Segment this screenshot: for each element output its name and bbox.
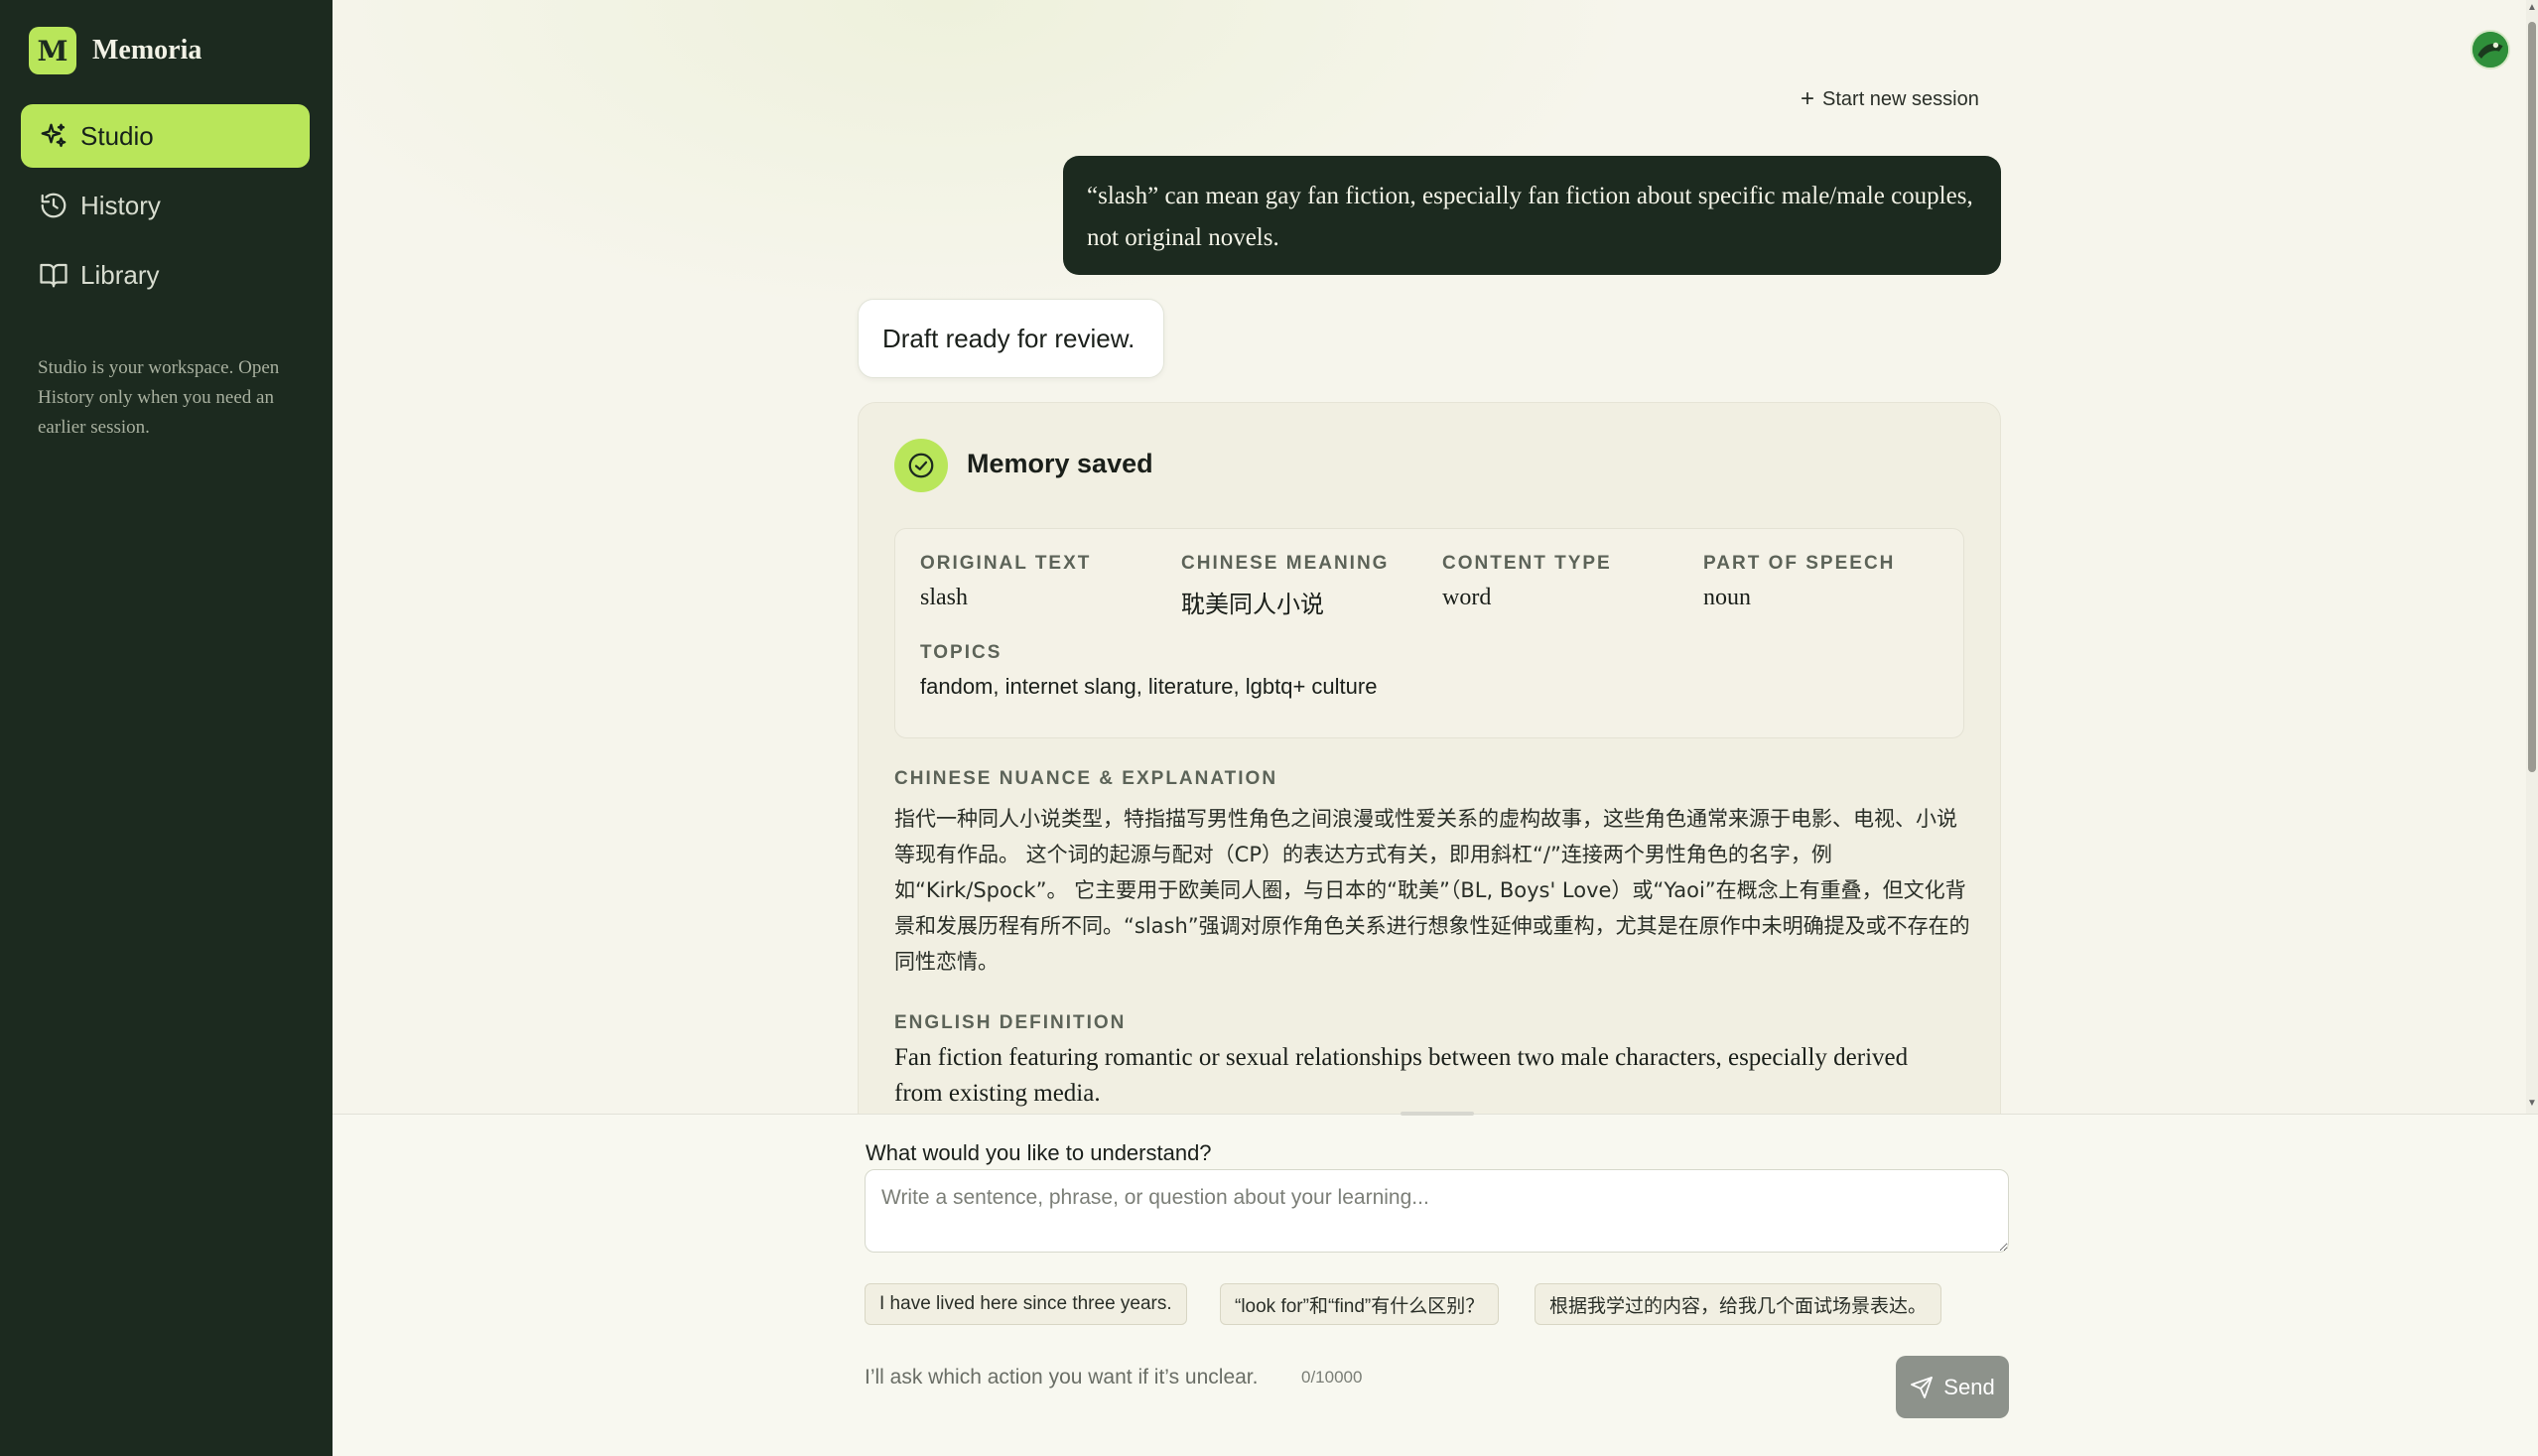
scrollbar-thumb[interactable] [2528, 22, 2536, 772]
suggestion-chip[interactable]: I have lived here since three years. [865, 1283, 1187, 1325]
book-icon [40, 263, 67, 288]
topics-label: TOPICS [920, 642, 1002, 663]
send-button[interactable]: Send [1896, 1356, 2009, 1418]
app-name: Memoria [92, 35, 202, 66]
brand[interactable]: M Memoria [29, 27, 201, 74]
nuance-explanation: 指代一种同人小说类型，特指描写男性角色之间浪漫或性爱关系的虚构故事，这些角色通常… [894, 801, 1974, 980]
composer-hint: I’ll ask which action you want if it’s u… [865, 1366, 1259, 1389]
sidebar-item-studio[interactable]: Studio [21, 104, 310, 168]
sidebar: M Memoria Studio History Library Studio … [0, 0, 333, 1456]
memory-fields: ORIGINAL TEXT slash CHINESE MEANING 耽美同人… [894, 528, 1964, 738]
composer-input[interactable] [865, 1169, 2009, 1253]
nuance-line: 等现有作品。 这个词的起源与配对（CP）的表达方式有关，即用斜杠“/”连接两个男… [894, 843, 1832, 866]
topics-value: fandom, internet slang, literature, lgbt… [920, 674, 1378, 699]
nuance-line: 景和发展历程有所不同。“slash”强调对原作角色关系进行想象性延伸或重构，尤其… [894, 914, 1970, 938]
memory-card: Memory saved ORIGINAL TEXT slash CHINESE… [858, 402, 2001, 1156]
chinese-meaning-label: CHINESE MEANING [1181, 553, 1390, 574]
send-icon [1911, 1376, 1934, 1398]
composer-label: What would you like to understand? [866, 1140, 1212, 1165]
definition-line: Fan fiction featuring romantic or sexual… [894, 1044, 1909, 1071]
nuance-line: 指代一种同人小说类型，特指描写男性角色之间浪漫或性爱关系的虚构故事，这些角色通常… [894, 807, 1957, 831]
original-text-label: ORIGINAL TEXT [920, 553, 1092, 574]
app-logo: M [29, 27, 76, 74]
avatar[interactable] [2471, 30, 2510, 69]
definition-line: from existing media. [894, 1080, 1101, 1107]
sidebar-hint: Studio is your workspace. Open History o… [38, 357, 280, 438]
character-counter: 0/10000 [1301, 1368, 1363, 1387]
sidebar-item-label: Library [80, 259, 160, 290]
part-of-speech-label: PART OF SPEECH [1703, 553, 1896, 574]
plus-icon: + [1801, 85, 1815, 112]
composer-resize-handle[interactable] [1401, 1112, 1474, 1116]
content-type-value: word [1442, 585, 1492, 610]
sidebar-item-library[interactable]: Library [21, 243, 310, 307]
scroll-down-icon[interactable]: ▼ [2526, 1098, 2538, 1109]
sidebar-item-label: Studio [80, 120, 154, 151]
nuance-label: CHINESE NUANCE & EXPLANATION [894, 768, 1278, 789]
start-new-session-button[interactable]: + Start new session [1801, 85, 1979, 113]
original-text-value: slash [920, 585, 968, 610]
sidebar-item-history[interactable]: History [21, 174, 310, 237]
scroll-up-icon[interactable]: ▲ [2526, 2, 2538, 13]
check-circle-icon [894, 439, 948, 492]
nuance-line: 同性恋情。 [894, 950, 999, 974]
avatar-image-icon [2472, 32, 2508, 67]
part-of-speech-value: noun [1703, 585, 1751, 610]
content-type-label: CONTENT TYPE [1442, 553, 1612, 574]
memory-title: Memory saved [967, 449, 1153, 478]
history-icon [41, 193, 67, 218]
definition-label: ENGLISH DEFINITION [894, 1012, 1127, 1033]
status-message: Draft ready for review. [858, 299, 1164, 378]
suggestion-chip[interactable]: 根据我学过的内容，给我几个面试场景表达。 [1535, 1283, 1942, 1325]
sidebar-item-label: History [80, 190, 161, 220]
nuance-line: 如“Kirk/Spock”。 它主要用于欧美同人圈，与日本的“耽美”（BL, B… [894, 878, 1966, 902]
suggestion-chip[interactable]: “look for”和“find”有什么区别？ [1220, 1283, 1500, 1325]
start-new-session-label: Start new session [1822, 87, 1979, 110]
chinese-meaning-value: 耽美同人小说 [1181, 593, 1324, 618]
sparkles-icon [41, 123, 67, 148]
user-message: “slash” can mean gay fan fiction, especi… [1063, 156, 2001, 275]
send-label: Send [1943, 1374, 1995, 1399]
english-definition: Fan fiction featuring romantic or sexual… [894, 1040, 1976, 1112]
